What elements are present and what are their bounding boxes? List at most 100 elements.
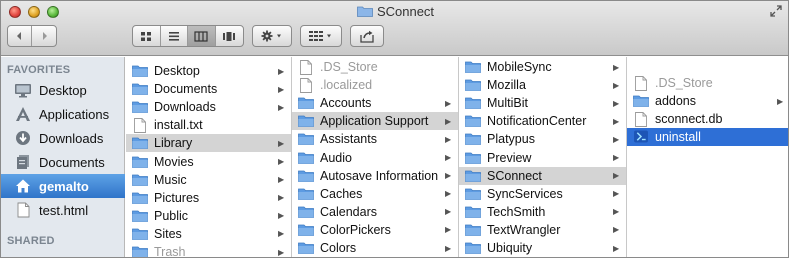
list-item[interactable]: Platypus ▶ (459, 130, 626, 148)
browser-column-sconnect: .DS_Store addons ▶ sconnect.db uninstall (627, 57, 788, 257)
list-item[interactable]: Trash ▶ (126, 243, 291, 257)
list-item[interactable]: .localized (292, 76, 458, 94)
folder-icon (465, 96, 481, 110)
list-item[interactable]: Accounts ▶ (292, 94, 458, 112)
list-item-label: SyncServices (487, 186, 563, 201)
sidebar-item-label: Downloads (39, 130, 104, 146)
disclosure-arrow-icon: ▶ (445, 134, 452, 144)
list-item[interactable]: Library ▶ (126, 134, 291, 153)
list-item[interactable]: Assistants ▶ (292, 130, 458, 148)
list-item[interactable]: Mozilla ▶ (459, 76, 626, 94)
list-item[interactable]: MultiBit ▶ (459, 94, 626, 112)
list-item[interactable]: install.txt (126, 116, 291, 134)
list-item-label: Preview (487, 150, 532, 165)
folder-icon (132, 82, 148, 96)
list-item[interactable]: Caches ▶ (292, 185, 458, 203)
sidebar-item-applications[interactable]: Applications (1, 102, 125, 126)
list-item[interactable]: Pictures ▶ (126, 189, 291, 207)
list-item-label: Public (154, 208, 189, 223)
list-item[interactable]: SyncServices ▶ (459, 185, 626, 203)
list-item[interactable]: uninstall (627, 128, 788, 147)
gear-icon (261, 30, 281, 42)
list-item[interactable]: Sites ▶ (126, 225, 291, 243)
finder-window: SConnect FAVORITES Desktop Applications … (0, 0, 789, 258)
sidebar-item-test-html[interactable]: test.html (1, 198, 125, 222)
list-item[interactable]: Calendars ▶ (292, 203, 458, 221)
documents-icon (13, 153, 33, 171)
list-item[interactable]: .DS_Store (627, 74, 788, 92)
list-item[interactable]: TextWrangler ▶ (459, 221, 626, 239)
share-button[interactable] (350, 25, 384, 47)
title-bar: SConnect (1, 1, 788, 56)
sidebar-item-downloads[interactable]: Downloads (1, 126, 125, 150)
browser-column-application-support: MobileSync ▶ Mozilla ▶ MultiBit ▶ Notification… (459, 57, 627, 257)
sidebar-item-documents[interactable]: Documents (1, 150, 125, 174)
list-item[interactable]: addons ▶ (627, 92, 788, 110)
folder-icon (132, 191, 148, 205)
folder-icon (465, 169, 481, 183)
list-item[interactable]: MobileSync ▶ (459, 58, 626, 76)
folder-icon (132, 245, 148, 257)
list-item-label: uninstall (655, 130, 701, 145)
document-icon (13, 201, 33, 219)
list-item[interactable]: Movies ▶ (126, 153, 291, 171)
list-item[interactable]: SConnect ▶ (459, 166, 626, 185)
list-item-label: NotificationCenter (487, 114, 587, 129)
forward-button[interactable] (32, 26, 56, 46)
list-item[interactable]: Audio ▶ (292, 149, 458, 167)
list-item[interactable]: Application Support ▶ (292, 112, 458, 131)
list-item[interactable]: Autosave Information ▶ (292, 167, 458, 185)
fullscreen-icon[interactable] (770, 5, 782, 17)
column-view-icon (194, 30, 208, 42)
coverflow-view-button[interactable] (216, 26, 243, 46)
column-view-button[interactable] (188, 26, 216, 46)
folder-icon (132, 227, 148, 241)
list-item[interactable]: sconnect.db (627, 110, 788, 128)
list-item[interactable]: Music ▶ (126, 171, 291, 189)
list-item[interactable]: Public ▶ (126, 207, 291, 225)
list-view-button[interactable] (161, 26, 188, 46)
sidebar-item-gemalto[interactable]: gemalto (1, 174, 125, 198)
sidebar-item-desktop[interactable]: Desktop (1, 78, 125, 102)
file-icon (633, 112, 649, 128)
arrange-button[interactable] (300, 25, 342, 47)
disclosure-arrow-icon: ▶ (278, 211, 285, 221)
action-button[interactable] (252, 25, 292, 47)
list-item[interactable]: ColorPickers ▶ (292, 221, 458, 239)
list-item[interactable]: Desktop ▶ (126, 62, 291, 80)
list-item-label: Colors (320, 241, 357, 255)
list-item-label: .DS_Store (655, 76, 713, 90)
list-item[interactable]: Documents ▶ (126, 80, 291, 98)
disclosure-arrow-icon: ▶ (445, 171, 452, 181)
folder-icon (132, 173, 148, 187)
folder-icon (298, 151, 314, 165)
list-item[interactable]: Ubiquity ▶ (459, 239, 626, 257)
list-item-label: Ubiquity (487, 241, 533, 255)
browser-column-home: Desktop ▶ Documents ▶ Downloads ▶ install.txt L… (126, 57, 292, 257)
file-icon (298, 78, 314, 94)
sidebar: FAVORITES Desktop Applications Downloads… (1, 57, 125, 257)
disclosure-arrow-icon: ▶ (278, 175, 285, 185)
list-item[interactable]: Colors ▶ (292, 239, 458, 257)
list-item-label: Application Support (320, 114, 429, 129)
list-item[interactable]: Downloads ▶ (126, 98, 291, 116)
list-item[interactable]: TechSmith ▶ (459, 203, 626, 221)
icon-view-button[interactable] (133, 26, 161, 46)
list-item[interactable]: Preview ▶ (459, 149, 626, 167)
disclosure-arrow-icon: ▶ (445, 189, 452, 199)
list-item[interactable]: .DS_Store (292, 58, 458, 76)
folder-icon (132, 136, 148, 150)
view-switcher (132, 25, 244, 47)
list-item[interactable]: NotificationCenter ▶ (459, 112, 626, 130)
disclosure-arrow-icon: ▶ (445, 98, 452, 108)
chevron-right-icon (42, 32, 47, 40)
disclosure-arrow-icon: ▶ (613, 189, 620, 199)
list-item-label: Mozilla (487, 78, 526, 93)
back-button[interactable] (8, 26, 33, 46)
list-item-label: Platypus (487, 132, 535, 147)
list-item-label: install.txt (154, 118, 203, 133)
list-item-label: SConnect (487, 168, 542, 183)
folder-icon (465, 241, 481, 255)
disclosure-arrow-icon: ▶ (278, 138, 285, 148)
home-icon (13, 177, 33, 195)
